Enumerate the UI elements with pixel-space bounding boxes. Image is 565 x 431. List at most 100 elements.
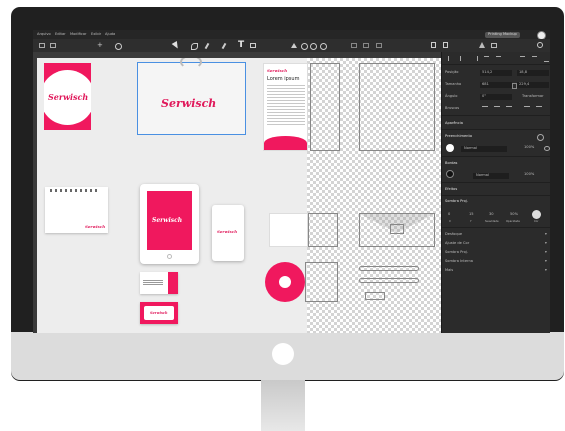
expand-icon[interactable]: ▾ <box>545 250 547 255</box>
text-tool-icon[interactable]: T <box>238 40 244 50</box>
fill-label[interactable]: Preenchimento <box>445 134 472 139</box>
empty-frame-1[interactable] <box>310 63 340 151</box>
letterhead-text <box>267 85 305 125</box>
distribute-vertical-icon[interactable] <box>532 56 537 62</box>
fill-settings-icon[interactable] <box>537 134 544 141</box>
menu-item-ajuda[interactable]: Ajuda <box>105 32 115 37</box>
size-height-field[interactable]: 229,4 <box>517 82 549 88</box>
border-opacity-field[interactable]: 100% <box>524 172 534 177</box>
pen-outline-2[interactable] <box>359 278 419 283</box>
size-width-field[interactable]: 681 <box>480 82 512 88</box>
card-text <box>143 280 163 286</box>
pencil-icon[interactable] <box>204 42 210 50</box>
letterhead-mockup[interactable]: Serwisch Lorem ipsum <box>263 63 308 151</box>
effects-label[interactable]: Efeitos <box>445 187 457 192</box>
menu-item-arquivo[interactable]: Arquivo <box>37 32 51 37</box>
canvas[interactable]: Serwisch Serwisch Serwisch Lorem ipsum S… <box>37 58 441 333</box>
flip-horizontal-icon[interactable] <box>482 106 488 111</box>
notebook-brand: Serwisch <box>85 224 106 229</box>
shadow-blur-field[interactable]: 30 <box>489 212 494 217</box>
pen-outline[interactable] <box>359 266 419 271</box>
section-blur[interactable]: Desfoque <box>445 232 462 237</box>
distribute-horizontal-icon[interactable] <box>520 56 525 62</box>
align-center-icon[interactable] <box>460 56 466 61</box>
business-card-mockup[interactable] <box>269 213 308 247</box>
fill-opacity-field[interactable]: 100% <box>524 145 534 150</box>
rotate-cw-icon[interactable] <box>536 106 542 111</box>
fill-blend-select[interactable]: Normal <box>461 146 507 152</box>
menu-item-modificar[interactable]: Modificar <box>70 32 87 37</box>
rotate-icon[interactable] <box>506 106 512 111</box>
expand-icon[interactable]: ▾ <box>545 232 547 237</box>
arrange-icon[interactable] <box>376 43 382 48</box>
section-drop-shadow[interactable]: Sombra Proj. <box>445 250 468 255</box>
pointer-icon[interactable] <box>171 40 181 51</box>
constraints-icon[interactable] <box>479 42 485 48</box>
image-icon[interactable] <box>250 43 256 48</box>
card-front-mockup[interactable] <box>140 272 178 294</box>
align-middle-icon[interactable] <box>496 56 501 62</box>
shadow-opacity-field[interactable]: 50% <box>510 212 518 217</box>
usb-outline[interactable] <box>365 292 385 300</box>
pen-icon[interactable] <box>191 43 198 50</box>
document-badge[interactable]: Printing Mockup <box>485 32 520 38</box>
triangle-shape-icon[interactable] <box>291 43 297 48</box>
combine-icon[interactable] <box>320 43 327 50</box>
appearance-label[interactable]: Aparência <box>445 121 463 126</box>
shadow-y-field[interactable]: 15 <box>469 212 474 217</box>
expand-icon[interactable]: ▾ <box>545 268 547 273</box>
empty-frame-5[interactable] <box>305 262 338 302</box>
position-y-field[interactable]: 18,8 <box>517 70 549 76</box>
boolean-icon[interactable] <box>310 43 317 50</box>
shadow-color-swatch[interactable] <box>532 210 541 219</box>
angle-field[interactable]: 0° <box>480 94 512 100</box>
expand-icon[interactable]: ▾ <box>545 241 547 246</box>
notebook-mockup[interactable]: Serwisch <box>45 187 108 233</box>
settings-icon[interactable] <box>537 42 543 48</box>
shadow-color-caption: Cor <box>534 220 539 223</box>
align-right-icon[interactable] <box>472 56 478 61</box>
share-icon[interactable] <box>431 42 436 48</box>
border-swatch[interactable] <box>446 170 454 178</box>
align-bottom-icon[interactable] <box>544 56 549 62</box>
border-label[interactable]: Bordas <box>445 161 457 166</box>
phone-mockup[interactable]: Serwisch <box>212 205 244 261</box>
empty-frame-4[interactable] <box>359 213 435 247</box>
card-back-mockup[interactable]: Serwisch <box>140 302 178 324</box>
align-icon[interactable] <box>351 43 357 48</box>
fill-swatch[interactable] <box>446 144 454 152</box>
divider <box>442 64 550 65</box>
border-blend-select[interactable]: Normal <box>473 173 509 179</box>
card-back-brand: Serwisch <box>150 311 168 315</box>
empty-frame-2[interactable] <box>359 63 435 151</box>
add-icon[interactable]: + <box>97 42 103 49</box>
position-x-field[interactable]: 514,2 <box>480 70 512 76</box>
menu-item-exibir[interactable]: Exibir <box>91 32 101 37</box>
empty-frame-3[interactable] <box>308 213 338 247</box>
tablet-mockup[interactable]: Serwisch <box>140 184 199 264</box>
align-left-icon[interactable] <box>448 56 454 61</box>
brush-icon[interactable] <box>221 42 227 50</box>
group-icon[interactable] <box>491 43 497 48</box>
layers-icon[interactable] <box>50 43 56 48</box>
poster-mockup[interactable]: Serwisch <box>44 63 91 130</box>
shadow-x-field[interactable]: 0 <box>448 212 450 217</box>
expand-icon[interactable]: ▾ <box>545 259 547 264</box>
rotate-ccw-icon[interactable] <box>524 106 530 111</box>
flip-vertical-icon[interactable] <box>494 106 500 111</box>
circle-shape-icon[interactable] <box>301 43 308 50</box>
menu-item-editar[interactable]: Editar <box>55 32 66 37</box>
section-more[interactable]: Mais <box>445 268 453 273</box>
fill-visibility-icon[interactable] <box>544 146 550 151</box>
section-inner-shadow[interactable]: Sombra Interna <box>445 259 473 264</box>
section-color-adjust[interactable]: Ajuste de Cor <box>445 241 469 246</box>
cd-mockup[interactable] <box>265 262 305 302</box>
shadow-label[interactable]: Sombra Proj. <box>445 199 468 204</box>
distribute-icon[interactable] <box>363 43 369 48</box>
align-top-icon[interactable] <box>484 56 489 62</box>
export-icon[interactable] <box>443 42 448 48</box>
transform-button[interactable]: Transformar <box>522 94 544 99</box>
grid-icon[interactable] <box>39 43 45 48</box>
undo-icon[interactable] <box>115 43 122 50</box>
shopping-bag-mockup[interactable]: Serwisch <box>137 58 246 135</box>
